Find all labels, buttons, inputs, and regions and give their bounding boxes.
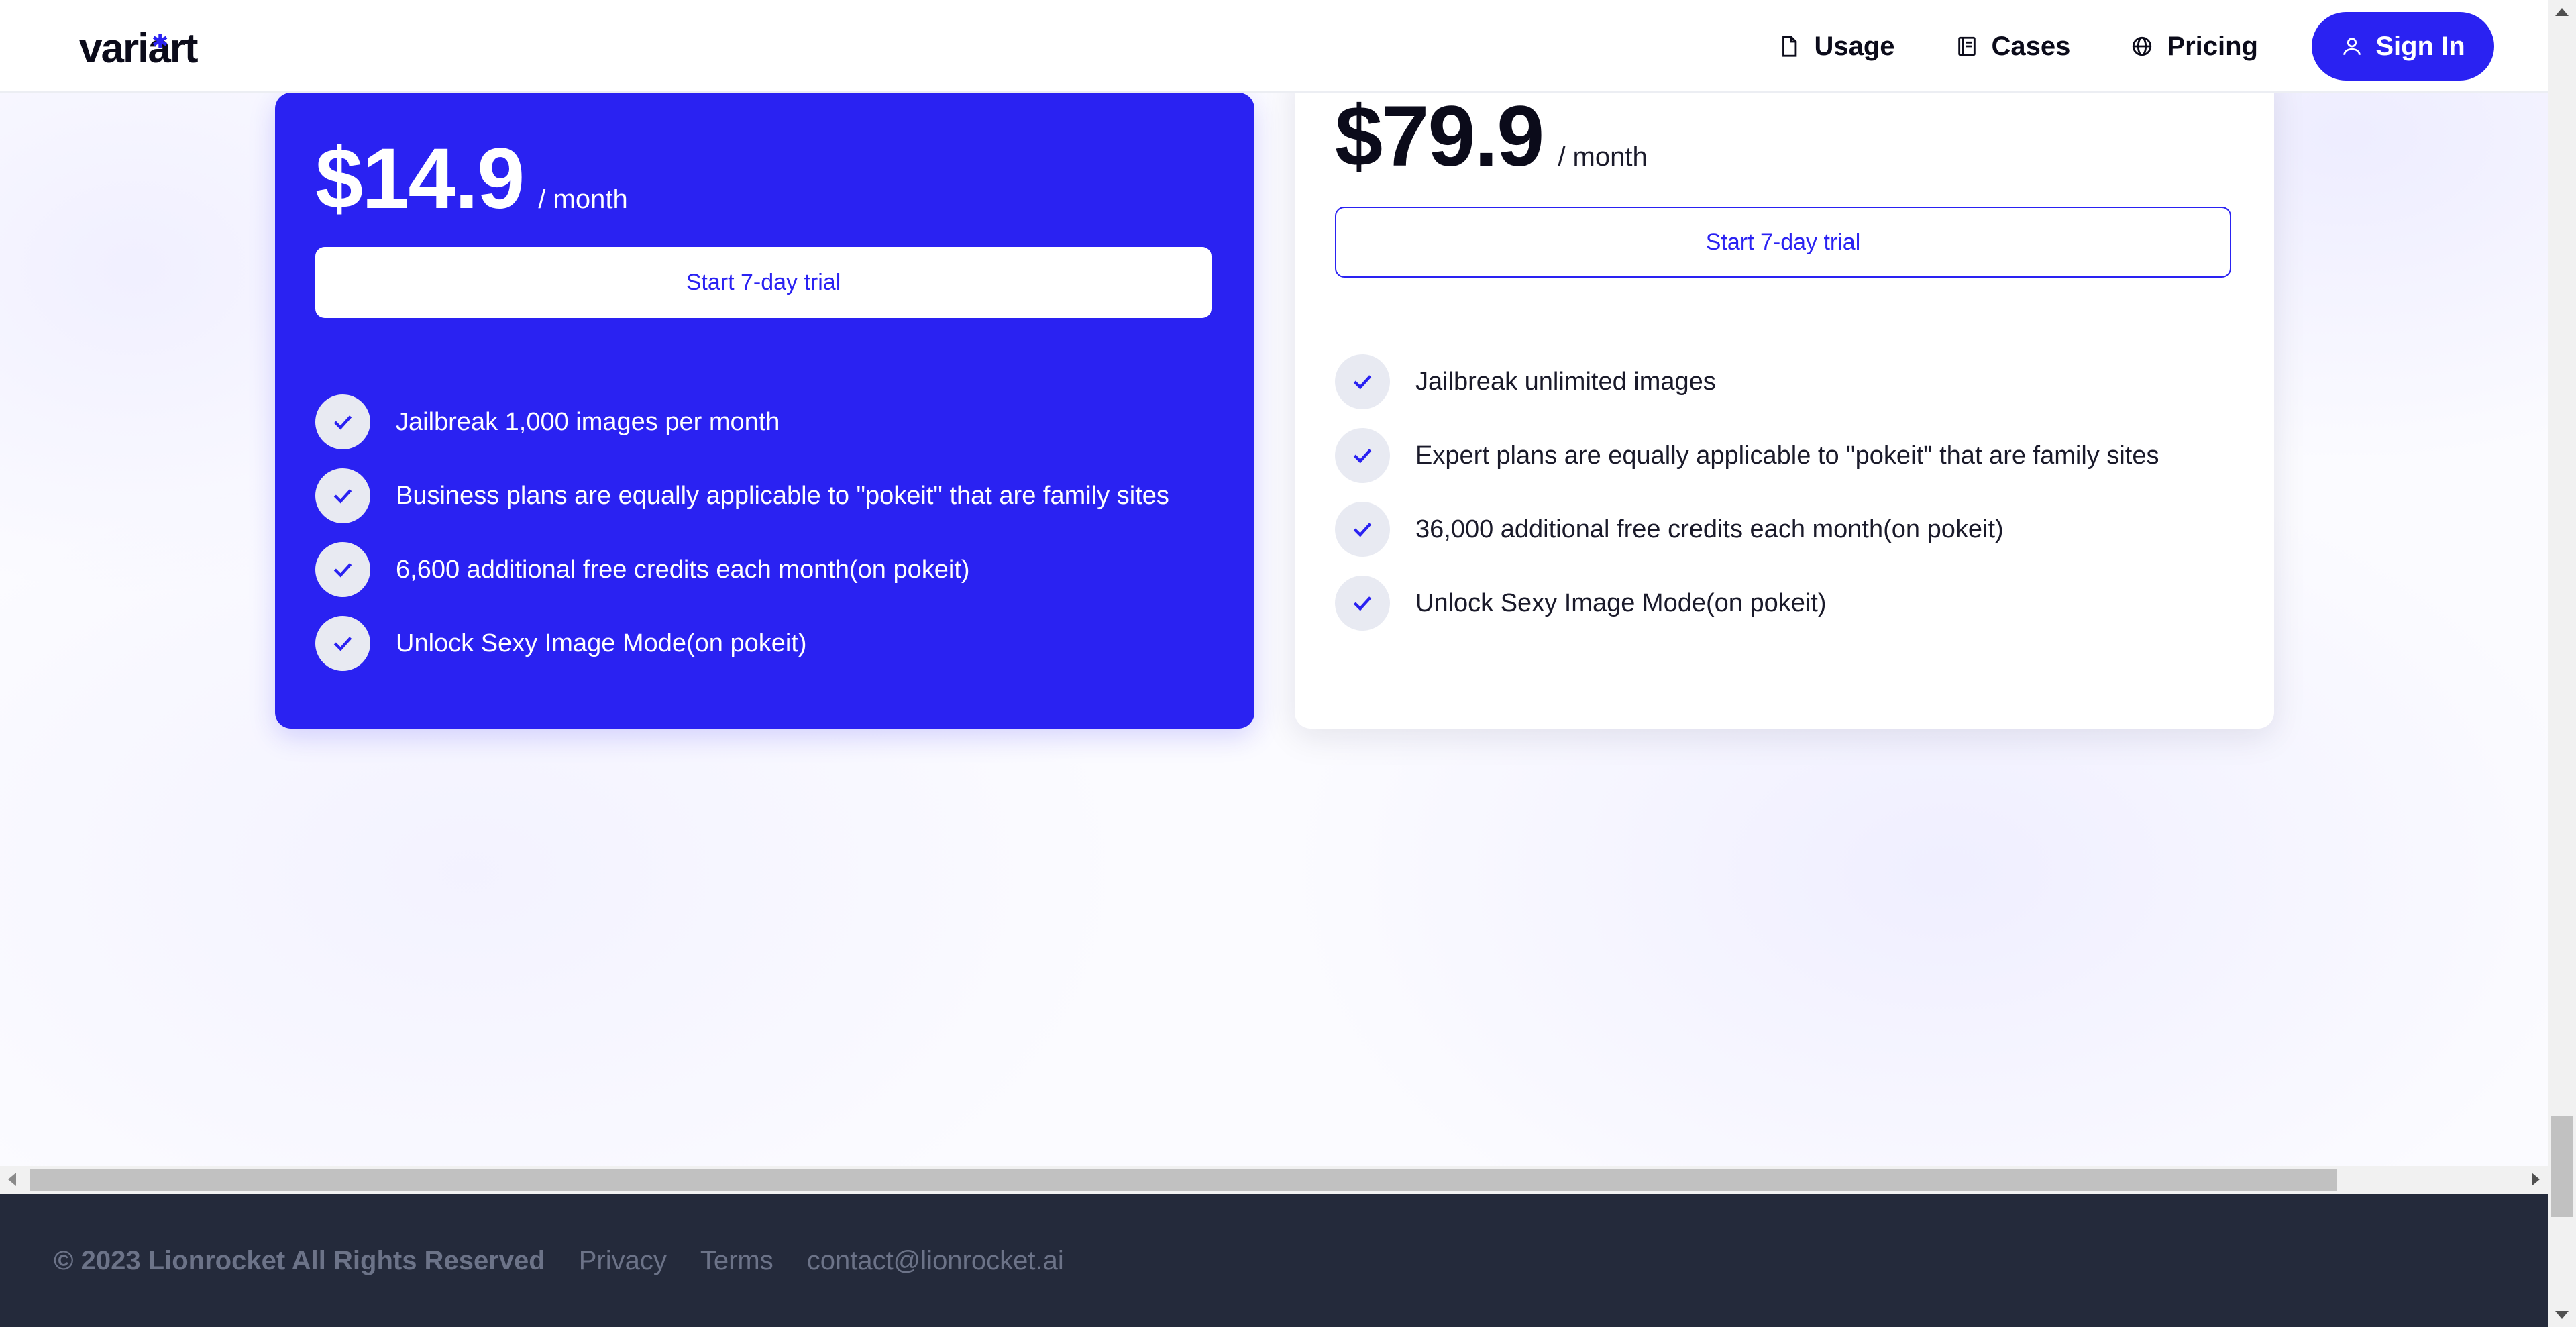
nav-usage[interactable]: Usage: [1778, 31, 1895, 62]
check-icon: [315, 542, 370, 597]
main-nav: Usage Cases Pricing Sign In: [1717, 11, 2494, 81]
feature-item: Unlock Sexy Image Mode(on pokeit): [1335, 566, 2159, 640]
feature-text: Unlock Sexy Image Mode(on pokeit): [396, 629, 807, 657]
sign-in-label: Sign In: [2375, 31, 2465, 61]
feature-list: Jailbreak 1,000 images per month Busines…: [315, 385, 1169, 680]
check-icon: [1335, 354, 1390, 409]
price-unit: / month: [1558, 142, 1648, 172]
feature-text: Expert plans are equally applicable to "…: [1415, 441, 2159, 470]
sign-in-button[interactable]: Sign In: [2312, 12, 2494, 81]
scroll-up-icon[interactable]: [2555, 8, 2569, 16]
check-icon: [315, 394, 370, 449]
feature-item: Jailbreak unlimited images: [1335, 345, 2159, 419]
horizontal-scrollbar[interactable]: [0, 1166, 2548, 1194]
globe-icon: [2133, 36, 2152, 56]
feature-item: Expert plans are equally applicable to "…: [1335, 419, 2159, 492]
feature-item: Unlock Sexy Image Mode(on pokeit): [315, 606, 1169, 680]
check-icon: [315, 468, 370, 523]
vertical-scroll-thumb[interactable]: [2551, 1116, 2573, 1217]
terms-link[interactable]: Terms: [700, 1246, 773, 1276]
feature-item: 6,600 additional free credits each month…: [315, 533, 1169, 606]
vertical-scrollbar[interactable]: [2548, 0, 2576, 1327]
feature-text: Jailbreak 1,000 images per month: [396, 407, 780, 436]
feature-item: Business plans are equally applicable to…: [315, 459, 1169, 533]
feature-text: 6,600 additional free credits each month…: [396, 555, 970, 584]
logo-text: variart: [79, 25, 199, 72]
user-icon: [2343, 38, 2361, 55]
price-unit: / month: [538, 184, 628, 214]
logo[interactable]: variart ✱: [79, 25, 199, 72]
scroll-right-icon[interactable]: [2532, 1173, 2540, 1186]
nav-cases[interactable]: Cases: [1955, 31, 2071, 62]
scroll-left-icon[interactable]: [8, 1173, 16, 1186]
feature-item: Jailbreak 1,000 images per month: [315, 385, 1169, 459]
start-trial-button[interactable]: Start 7-day trial: [1335, 207, 2231, 278]
book-icon: [1957, 36, 1976, 56]
nav-pricing-label: Pricing: [2167, 31, 2258, 61]
plan-price: $79.9 / month: [1335, 87, 1648, 186]
plan-card-business: $14.9 / month Start 7-day trial Jailbrea…: [275, 93, 1254, 729]
nav-pricing[interactable]: Pricing: [2131, 32, 2258, 62]
page-footer: © 2023 Lionrocket All Rights Reserved Pr…: [0, 1194, 2548, 1327]
price-amount: $14.9: [315, 131, 525, 227]
top-header: variart ✱ Usage Cases Pricing Sign In: [0, 0, 2548, 93]
feature-text: 36,000 additional free credits each mont…: [1415, 515, 2004, 543]
nav-cases-label: Cases: [1991, 31, 2071, 61]
feature-text: Jailbreak unlimited images: [1415, 367, 1716, 396]
nav-usage-label: Usage: [1814, 31, 1895, 61]
feature-item: 36,000 additional free credits each mont…: [1335, 492, 2159, 566]
scroll-down-icon[interactable]: [2555, 1311, 2569, 1319]
check-icon: [315, 616, 370, 671]
price-amount: $79.9: [1335, 89, 1544, 184]
document-icon: [1782, 36, 1797, 57]
start-trial-button[interactable]: Start 7-day trial: [315, 247, 1212, 318]
feature-list: Jailbreak unlimited images Expert plans …: [1335, 345, 2159, 640]
horizontal-scroll-thumb[interactable]: [30, 1169, 2337, 1191]
plan-card-expert: $79.9 / month Start 7-day trial Jailbrea…: [1295, 67, 2274, 729]
check-icon: [1335, 576, 1390, 631]
check-icon: [1335, 502, 1390, 557]
privacy-link[interactable]: Privacy: [579, 1246, 667, 1276]
plan-price: $14.9 / month: [315, 129, 628, 228]
copyright-text: © 2023 Lionrocket All Rights Reserved: [54, 1245, 545, 1275]
feature-text: Unlock Sexy Image Mode(on pokeit): [1415, 588, 1827, 617]
contact-link[interactable]: contact@lionrocket.ai: [807, 1246, 1064, 1276]
logo-star-icon: ✱: [152, 31, 168, 53]
check-icon: [1335, 428, 1390, 483]
feature-text: Business plans are equally applicable to…: [396, 481, 1169, 510]
